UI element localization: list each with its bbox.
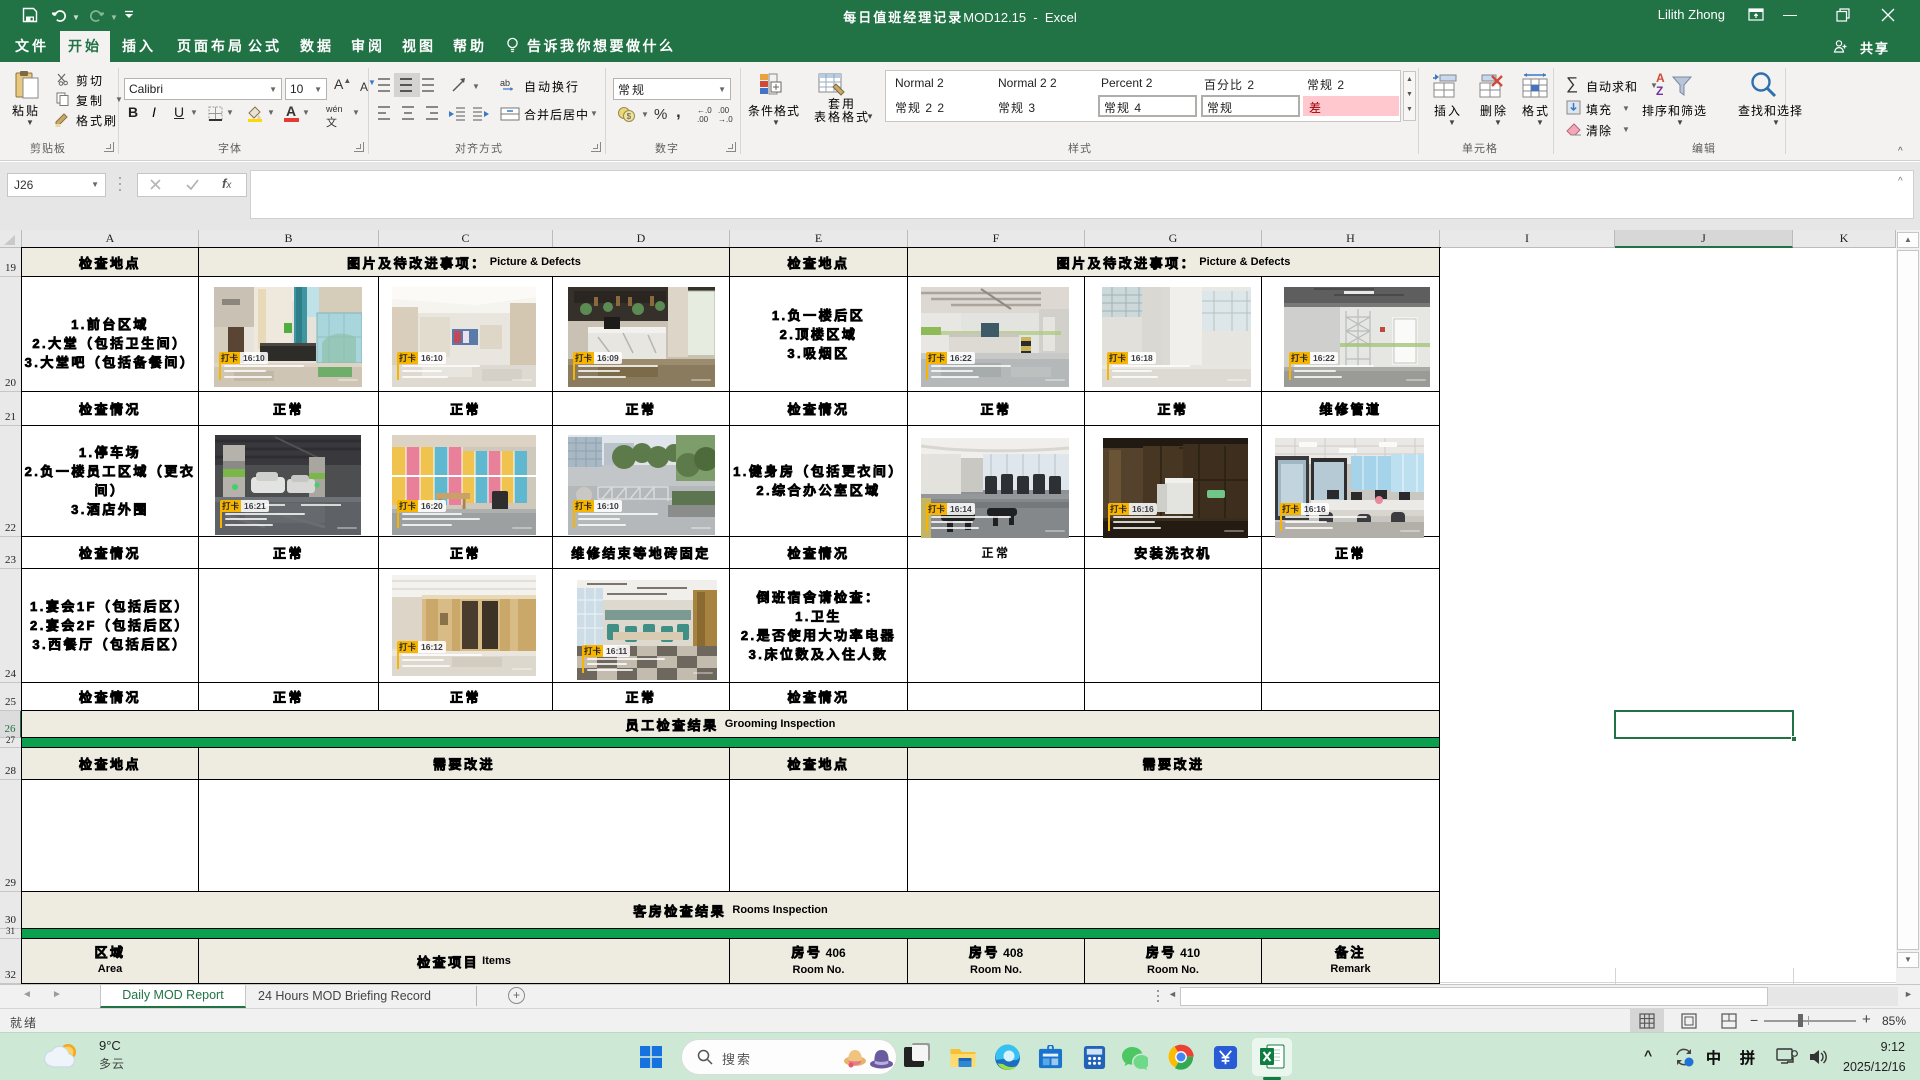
svg-text:$: $ (627, 112, 632, 121)
svg-text:ab: ab (500, 78, 510, 88)
